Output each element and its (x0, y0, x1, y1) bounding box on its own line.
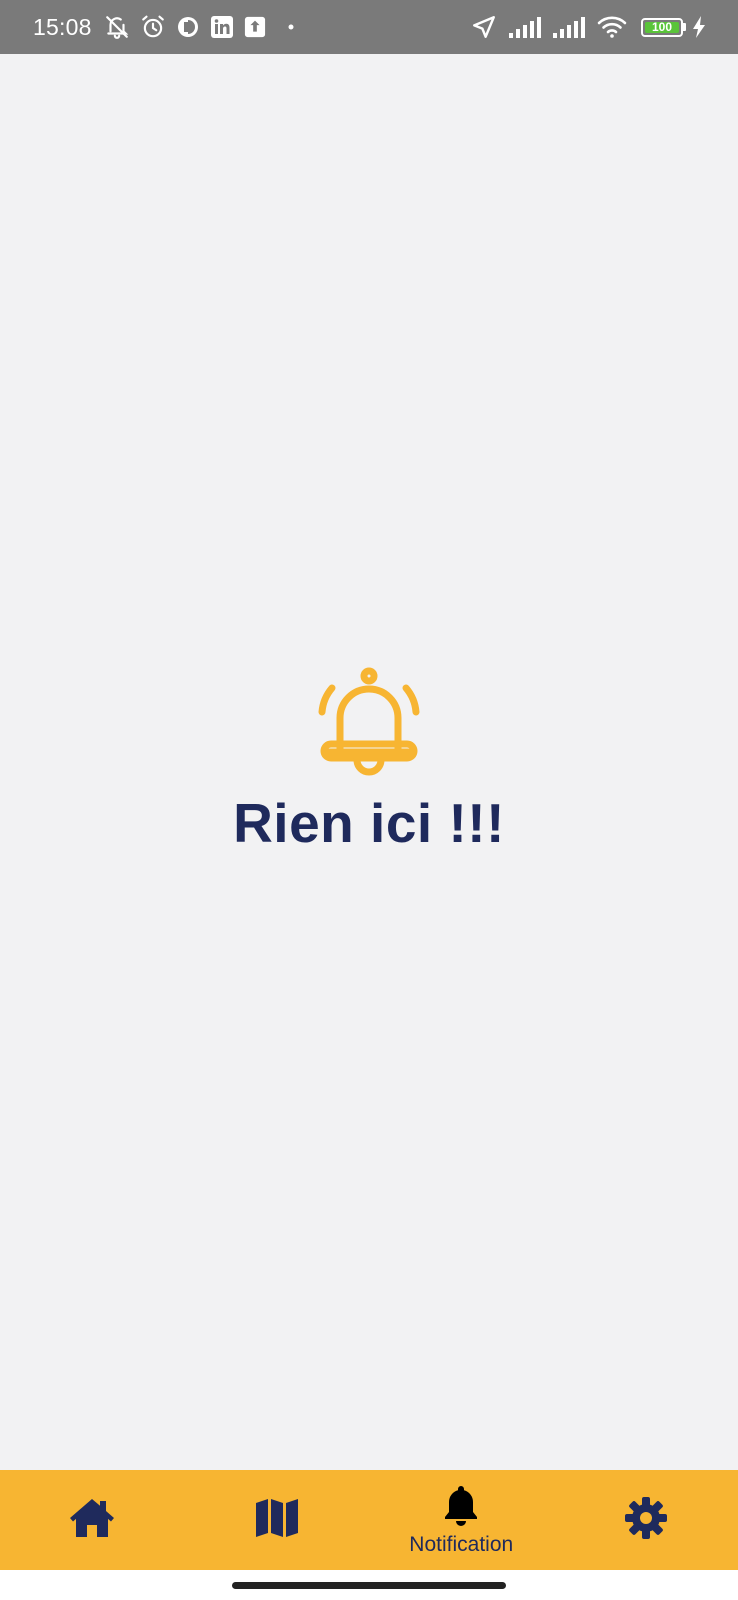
nav-home[interactable] (0, 1470, 185, 1570)
bell-icon (316, 666, 422, 783)
alarm-icon (140, 14, 166, 40)
home-icon (69, 1497, 115, 1544)
charging-icon (692, 16, 706, 38)
signal-icon (509, 16, 541, 38)
home-gesture-bar[interactable] (232, 1582, 506, 1589)
nav-notification[interactable]: Notification (369, 1470, 554, 1570)
status-left: 15:08 (33, 14, 304, 41)
battery-level: 100 (645, 21, 679, 33)
map-icon (255, 1497, 299, 1544)
notifications-content: Rien ici !!! (0, 54, 738, 1470)
battery-icon: 100 (641, 17, 686, 37)
upload-icon (244, 16, 266, 38)
status-right: 100 (459, 14, 706, 40)
nav-settings[interactable] (554, 1470, 738, 1570)
gesture-area (0, 1570, 738, 1600)
nav-notification-label: Notification (409, 1532, 514, 1556)
empty-message: Rien ici !!! (233, 792, 505, 854)
linkedin-icon (210, 15, 234, 39)
wifi-icon (597, 15, 627, 39)
status-time: 15:08 (33, 13, 92, 40)
bell-off-icon (104, 14, 130, 40)
bell-icon (442, 1484, 480, 1531)
gear-icon (624, 1496, 668, 1545)
status-bar: 15:08 100 (0, 0, 738, 54)
location-arrow-icon (471, 14, 497, 40)
signal-icon (553, 16, 585, 38)
bottom-nav: Notification (0, 1470, 738, 1570)
nav-map[interactable] (185, 1470, 370, 1570)
dot-icon (288, 24, 294, 30)
app-icon (176, 15, 200, 39)
empty-state: Rien ici !!! (0, 666, 738, 855)
